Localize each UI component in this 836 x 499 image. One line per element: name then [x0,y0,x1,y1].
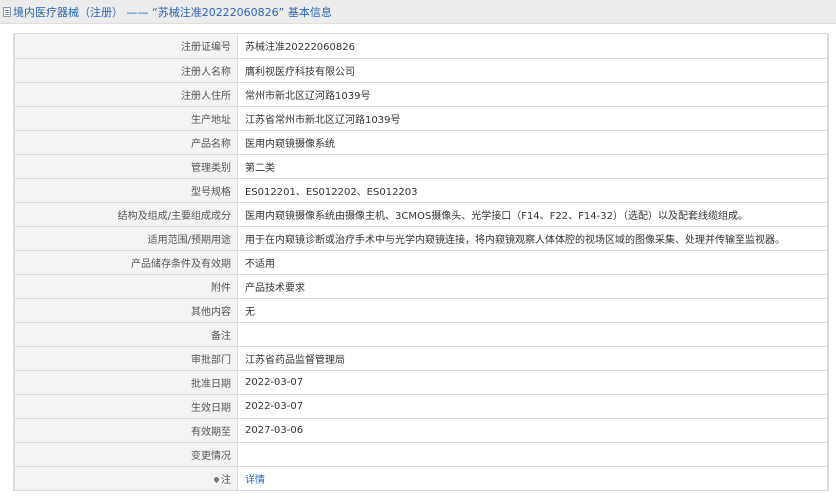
row-value: 不适用 [237,249,828,275]
row-label: 注册人住所 [14,81,238,107]
row-value: ES012201、ES012202、ES012203 [237,177,828,203]
table-row: 审批部门 江苏省药品监督管理局 [14,345,828,371]
document-icon [3,6,11,17]
row-value: 江苏省药品监督管理局 [237,345,828,371]
table-row: 其他内容 无 [14,297,828,323]
row-value: 2027-03-06 [237,417,828,443]
table-row: 产品名称 医用内窥镜摄像系统 [14,129,828,155]
row-value: 医用内窥镜摄像系统由摄像主机、3CMOS摄像头、光学接口（F14、F22、F14… [237,201,828,227]
table-row: 结构及组成/主要组成成分 医用内窥镜摄像系统由摄像主机、3CMOS摄像头、光学接… [14,201,828,227]
row-label: 适用范围/预期用途 [14,225,238,251]
row-value: 2022-03-07 [237,369,828,395]
row-label: 注 [221,474,231,486]
table-row: 注册人住所 常州市新北区辽河路1039号 [14,81,828,107]
row-value: 无 [237,297,828,323]
row-value: 膺利视医疗科技有限公司 [237,57,828,83]
row-label: 结构及组成/主要组成成分 [14,201,238,227]
row-label: 生效日期 [14,393,238,419]
table-row: 生产地址 江苏省常州市新北区辽河路1039号 [14,105,828,131]
row-value: 第二类 [237,153,828,179]
row-label: 审批部门 [14,345,238,371]
row-label: 注册人名称 [14,57,238,83]
table-row: 批准日期 2022-03-07 [14,369,828,395]
table-row: 注册证编号 苏械注准20222060826 [14,34,828,59]
table-row: 产品储存条件及有效期 不适用 [14,249,828,275]
row-label: 生产地址 [14,105,238,131]
pin-icon [212,475,221,483]
row-value: 苏械注准20222060826 [237,34,828,59]
page-title: 境内医疗器械（注册） —— “苏械注准20222060826” 基本信息 [13,5,332,19]
row-label: 型号规格 [14,177,238,203]
table-row: 管理类别 第二类 [14,153,828,179]
table-row: 生效日期 2022-03-07 [14,393,828,419]
info-table-container: 注册证编号 苏械注准20222060826 注册人名称 膺利视医疗科技有限公司 … [13,33,829,491]
details-link[interactable]: 详情 [245,475,265,486]
table-row: 型号规格 ES012201、ES012202、ES012203 [14,177,828,203]
table-row: 有效期至 2027-03-06 [14,417,828,443]
page-header: 境内医疗器械（注册） —— “苏械注准20222060826” 基本信息 [0,0,836,24]
row-label: 产品名称 [14,129,238,155]
table-row: 适用范围/预期用途 用于在内窥镜诊断或治疗手术中与光学内窥镜连接，将内窥镜观察人… [14,225,828,251]
info-table: 注册证编号 苏械注准20222060826 注册人名称 膺利视医疗科技有限公司 … [14,34,828,491]
table-row: 变更情况 [14,441,828,467]
details-cell: 详情 [237,465,828,491]
row-label: 批准日期 [14,369,238,395]
row-value: 用于在内窥镜诊断或治疗手术中与光学内窥镜连接，将内窥镜观察人体体腔的视场区域的图… [237,225,828,251]
row-label: 产品储存条件及有效期 [14,249,238,275]
row-value: 医用内窥镜摄像系统 [237,129,828,155]
note-label-cell: 注 [14,465,238,491]
row-value: 常州市新北区辽河路1039号 [237,81,828,107]
row-value: 产品技术要求 [237,273,828,299]
row-label: 注册证编号 [14,34,238,59]
row-label: 附件 [14,273,238,299]
row-label: 变更情况 [14,441,238,467]
row-label: 备注 [14,321,238,347]
row-label: 其他内容 [14,297,238,323]
table-row: 附件 产品技术要求 [14,273,828,299]
row-label: 管理类别 [14,153,238,179]
row-value [237,441,828,467]
table-row: 注 详情 [14,465,828,491]
row-value: 2022-03-07 [237,393,828,419]
row-value: 江苏省常州市新北区辽河路1039号 [237,105,828,131]
table-row: 备注 [14,321,828,347]
row-label: 有效期至 [14,417,238,443]
row-value [237,321,828,347]
table-row: 注册人名称 膺利视医疗科技有限公司 [14,57,828,83]
